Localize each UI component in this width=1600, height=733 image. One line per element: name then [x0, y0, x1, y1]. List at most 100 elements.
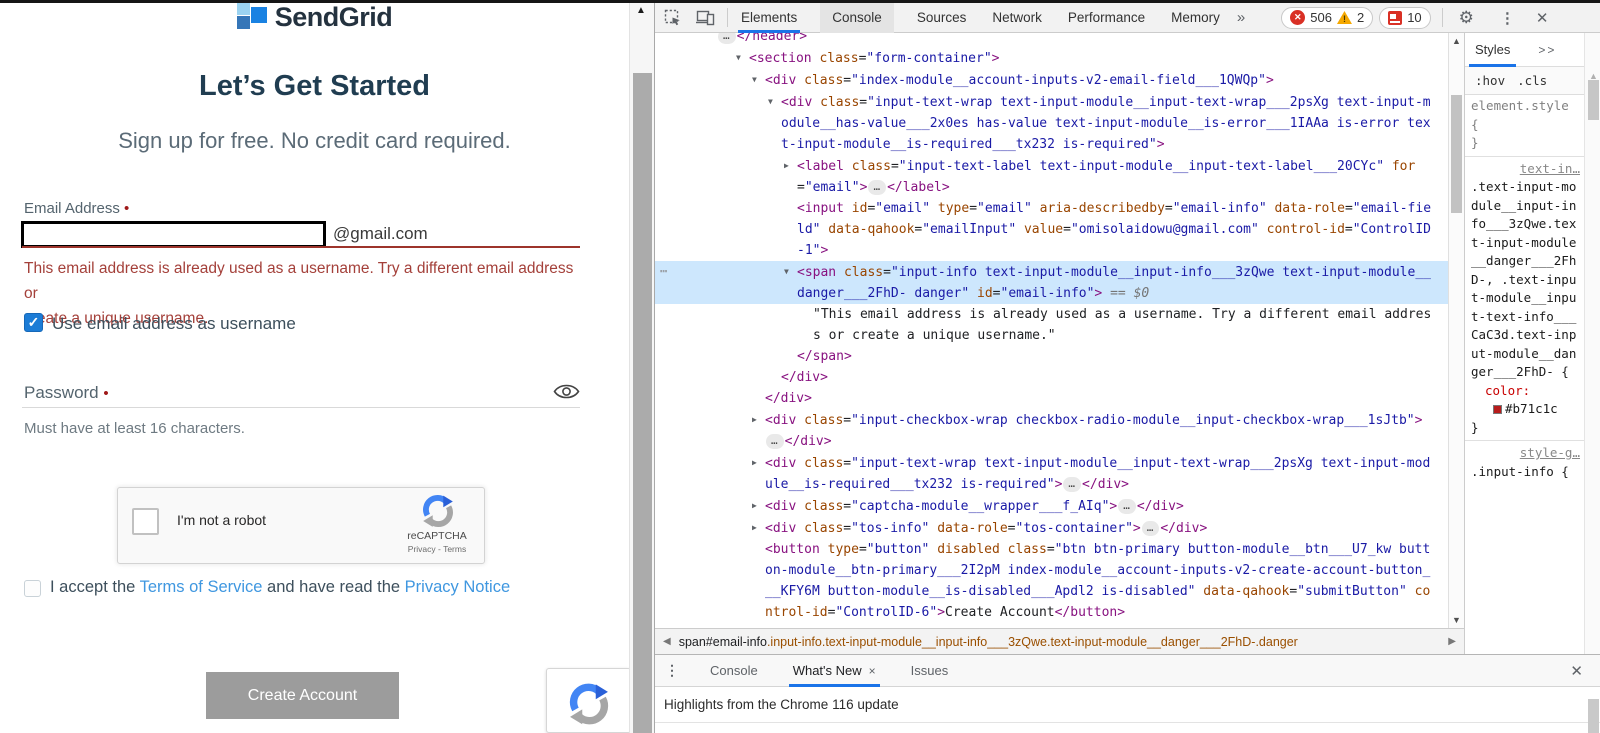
- code-segment-attr: class: [836, 265, 884, 280]
- more-options-icon[interactable]: ⋮: [1500, 9, 1515, 27]
- breadcrumb-classes[interactable]: .input-info.text-input-module__input-inf…: [767, 635, 1298, 649]
- dom-tree-line[interactable]: ▼ <div class="index-module__account-input…: [655, 69, 1448, 91]
- expand-arrow-right-icon[interactable]: ▶: [784, 155, 797, 176]
- dom-tree-line[interactable]: ▼ <section class="form-container">: [655, 47, 1448, 69]
- tab-performance[interactable]: Performance: [1065, 3, 1148, 33]
- dom-tree-line[interactable]: ▶ <label class="input-text-label text-inp…: [655, 155, 1448, 198]
- breadcrumb-forward-icon[interactable]: ▶: [1440, 636, 1464, 647]
- expand-arrow-right-icon[interactable]: ▶: [752, 495, 765, 516]
- dom-tree-line[interactable]: ▶ <div class="input-text-wrap text-input-…: [655, 452, 1448, 495]
- styles-scrollbar[interactable]: ▲: [1584, 33, 1600, 654]
- stylesheet-link[interactable]: style-g…: [1471, 444, 1580, 463]
- row-menu-dots-icon[interactable]: ⋯: [660, 261, 669, 282]
- css-property-value[interactable]: #b71c1c: [1471, 400, 1580, 419]
- dom-tree-scrollbar[interactable]: ▲ ▼: [1448, 33, 1464, 628]
- use-email-as-username-checkbox[interactable]: ✓: [24, 313, 43, 332]
- expand-arrow-right-icon[interactable]: ▶: [752, 409, 765, 430]
- show-password-eye-icon[interactable]: [553, 382, 580, 406]
- color-swatch[interactable]: [1493, 405, 1502, 414]
- code-segment-attr: class: [796, 456, 844, 471]
- breadcrumb-back-icon[interactable]: ◀: [655, 636, 679, 647]
- email-value-suffix[interactable]: @gmail.com: [333, 224, 428, 244]
- expand-arrow-right-icon[interactable]: ▶: [752, 517, 765, 538]
- tab-elements[interactable]: Elements: [738, 3, 801, 33]
- tab-memory[interactable]: Memory: [1168, 3, 1223, 33]
- issues-badge[interactable]: 10: [1379, 6, 1431, 29]
- inspect-element-icon[interactable]: [664, 9, 682, 27]
- device-toolbar-icon[interactable]: [696, 9, 715, 26]
- dom-tree-line[interactable]: ▼ <div class="input-text-wrap text-input-…: [655, 91, 1448, 155]
- settings-gear-icon[interactable]: ⚙: [1459, 8, 1474, 28]
- code-segment-val: "email": [804, 180, 860, 195]
- dom-tree-line[interactable]: ⋯ ▼ <span class="input-info text-input-mod…: [655, 261, 1448, 304]
- use-email-as-username-label[interactable]: Use email address as username: [52, 314, 296, 334]
- tab-styles[interactable]: Styles: [1465, 33, 1520, 67]
- dom-tree-scrollbar-thumb[interactable]: [1451, 95, 1462, 213]
- console-errors-warnings-badge[interactable]: ✕ 506 ! 2: [1281, 6, 1374, 29]
- css-selector-line[interactable]: .text-input-module__input-info___3zQwe.t…: [1471, 178, 1580, 382]
- dom-tree-line[interactable]: … </header>: [655, 33, 1448, 47]
- expand-arrow-down-icon[interactable]: ▼: [768, 91, 781, 112]
- dom-tree-line[interactable]: </div>: [655, 367, 1448, 388]
- breadcrumb-node[interactable]: span#email-info: [679, 635, 767, 649]
- close-devtools-icon[interactable]: ✕: [1536, 9, 1549, 27]
- dom-tree-line[interactable]: </div>: [655, 388, 1448, 409]
- tab-console[interactable]: Console: [820, 2, 894, 33]
- code-segment-val: "index-module__account-inputs-v2-email-f…: [851, 73, 1266, 88]
- expand-arrow-down-icon[interactable]: ▼: [752, 69, 765, 90]
- collapsed-content-ellipsis[interactable]: …: [766, 434, 784, 449]
- dom-tree-line[interactable]: "This email address is already used as a…: [655, 304, 1448, 346]
- drawer-tab-issues[interactable]: Issues: [907, 655, 953, 687]
- css-selector-line[interactable]: element.style {: [1471, 97, 1580, 134]
- code-segment-tag: <input: [797, 201, 844, 216]
- more-tabs-icon[interactable]: »: [1237, 9, 1245, 26]
- privacy-notice-link[interactable]: Privacy Notice: [405, 578, 510, 596]
- dom-tree-line[interactable]: ▶ <div class="tos-info" data-role="tos-co…: [655, 517, 1448, 539]
- code-segment-val: "form-container": [866, 51, 992, 66]
- stylesheet-link[interactable]: text-in…: [1471, 160, 1580, 179]
- sidebar-more-tabs-icon[interactable]: >>: [1538, 43, 1556, 57]
- dom-tree-line[interactable]: <button type="button" disabled class="bt…: [655, 539, 1448, 623]
- toggle-hover-state-button[interactable]: :hov: [1475, 73, 1505, 88]
- create-account-button[interactable]: Create Account: [206, 672, 399, 719]
- expand-arrow-down-icon[interactable]: ▼: [736, 47, 749, 68]
- collapsed-content-ellipsis[interactable]: …: [1118, 499, 1136, 514]
- close-tab-icon[interactable]: ×: [869, 664, 876, 678]
- tos-checkbox[interactable]: [24, 580, 41, 597]
- dom-tree-line[interactable]: <input id="email" type="email" aria-desc…: [655, 198, 1448, 261]
- toggle-class-button[interactable]: .cls: [1517, 73, 1547, 88]
- tab-network[interactable]: Network: [989, 3, 1045, 33]
- scroll-down-arrow-icon[interactable]: ▼: [1452, 615, 1461, 625]
- terms-of-service-link[interactable]: Terms of Service: [140, 578, 263, 596]
- drawer-scrollbar-thumb[interactable]: [1588, 699, 1599, 733]
- dom-tree-line[interactable]: </span>: [655, 346, 1448, 367]
- css-property-name[interactable]: color:: [1471, 382, 1580, 401]
- scroll-up-arrow-icon[interactable]: ▲: [1452, 36, 1461, 46]
- css-selector-line[interactable]: .input-info {: [1471, 463, 1580, 482]
- dom-tree-line[interactable]: ▶ <div class="captcha-module__wrapper___f…: [655, 495, 1448, 517]
- tab-sources[interactable]: Sources: [914, 3, 970, 33]
- email-input[interactable]: [21, 221, 326, 248]
- collapsed-content-ellipsis[interactable]: …: [718, 33, 736, 44]
- whats-new-content[interactable]: Highlights from the Chrome 116 update: [655, 687, 1600, 723]
- expand-arrow-right-icon[interactable]: ▶: [752, 452, 765, 473]
- drawer-tab-what-s-new[interactable]: What's New ×: [788, 655, 880, 687]
- scroll-up-arrow-icon[interactable]: ▲: [636, 5, 646, 16]
- expand-arrow-down-icon[interactable]: ▼: [784, 261, 797, 282]
- collapsed-content-ellipsis[interactable]: …: [1063, 477, 1082, 492]
- collapsed-content-ellipsis[interactable]: …: [868, 180, 887, 195]
- recaptcha-checkbox[interactable]: [132, 508, 159, 535]
- recaptcha-brand: reCAPTCHA: [407, 530, 467, 542]
- css-selector-line[interactable]: }: [1471, 134, 1580, 153]
- page-scrollbar-thumb[interactable]: [633, 73, 652, 733]
- dom-tree-line[interactable]: ▶ <div class="input-checkbox-wrap checkbo…: [655, 409, 1448, 452]
- code-segment-tag: <div: [765, 456, 797, 471]
- styles-scrollbar-thumb[interactable]: [1588, 80, 1599, 120]
- css-selector-line[interactable]: }: [1471, 419, 1580, 438]
- close-drawer-icon[interactable]: ✕: [1570, 662, 1583, 680]
- recaptcha-privacy-terms[interactable]: Privacy - Terms: [402, 544, 472, 554]
- collapsed-content-ellipsis[interactable]: …: [1141, 521, 1160, 536]
- drawer-menu-icon[interactable]: ⋮: [665, 662, 679, 679]
- page-scrollbar[interactable]: ▲: [629, 0, 654, 733]
- drawer-tab-console[interactable]: Console: [706, 655, 762, 687]
